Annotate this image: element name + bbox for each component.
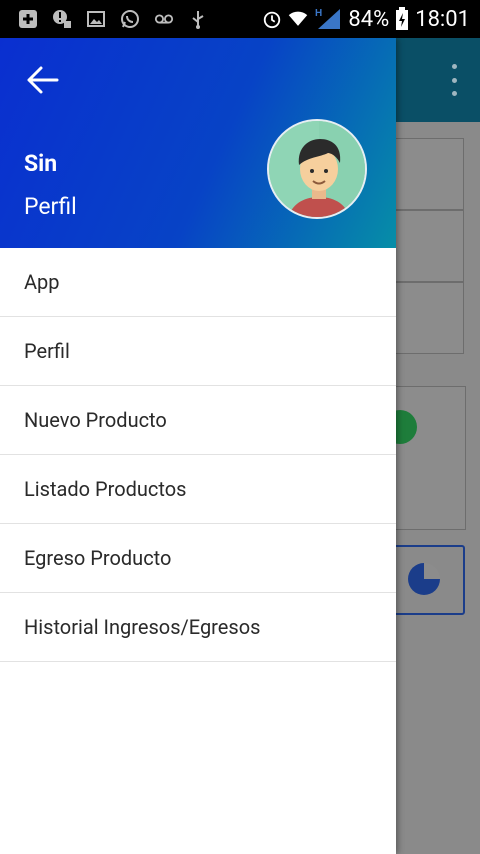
system-status: H 84% 18:01 bbox=[262, 0, 480, 38]
pie-chart-icon bbox=[408, 563, 440, 595]
notification-icons bbox=[0, 0, 208, 38]
whatsapp-icon bbox=[120, 9, 140, 29]
status-bar: H 84% 18:01 bbox=[0, 0, 480, 38]
drawer-menu: App Perfil Nuevo Producto Listado Produc… bbox=[0, 248, 396, 662]
user-name: Sin bbox=[24, 150, 58, 177]
image-icon bbox=[86, 9, 106, 29]
wifi-icon bbox=[288, 9, 308, 29]
menu-item-perfil[interactable]: Perfil bbox=[0, 317, 396, 386]
drawer-header: Sin Perfil bbox=[0, 38, 396, 248]
usb-icon bbox=[188, 9, 208, 29]
menu-item-app[interactable]: App bbox=[0, 248, 396, 317]
more-options-icon[interactable] bbox=[446, 62, 462, 98]
menu-item-listado-productos[interactable]: Listado Productos bbox=[0, 455, 396, 524]
back-arrow-icon[interactable] bbox=[24, 64, 60, 96]
avatar[interactable] bbox=[267, 119, 367, 219]
clock: 18:01 bbox=[415, 6, 470, 32]
menu-item-historial[interactable]: Historial Ingresos/Egresos bbox=[0, 593, 396, 662]
user-profile-label: Perfil bbox=[24, 193, 77, 220]
signal-icon: H bbox=[314, 8, 342, 29]
alert-icon bbox=[52, 9, 72, 29]
menu-item-nuevo-producto[interactable]: Nuevo Producto bbox=[0, 386, 396, 455]
battery-icon bbox=[395, 7, 409, 30]
avatar-person-icon bbox=[269, 121, 365, 217]
battery-percent: 84% bbox=[348, 6, 390, 32]
voicemail-icon bbox=[154, 9, 174, 29]
alarm-icon bbox=[262, 9, 282, 29]
navigation-drawer: Sin Perfil App Perfil Nuevo Producto Lis… bbox=[0, 38, 396, 854]
menu-item-egreso-producto[interactable]: Egreso Producto bbox=[0, 524, 396, 593]
network-type: H bbox=[315, 8, 322, 19]
add-icon bbox=[18, 9, 38, 29]
